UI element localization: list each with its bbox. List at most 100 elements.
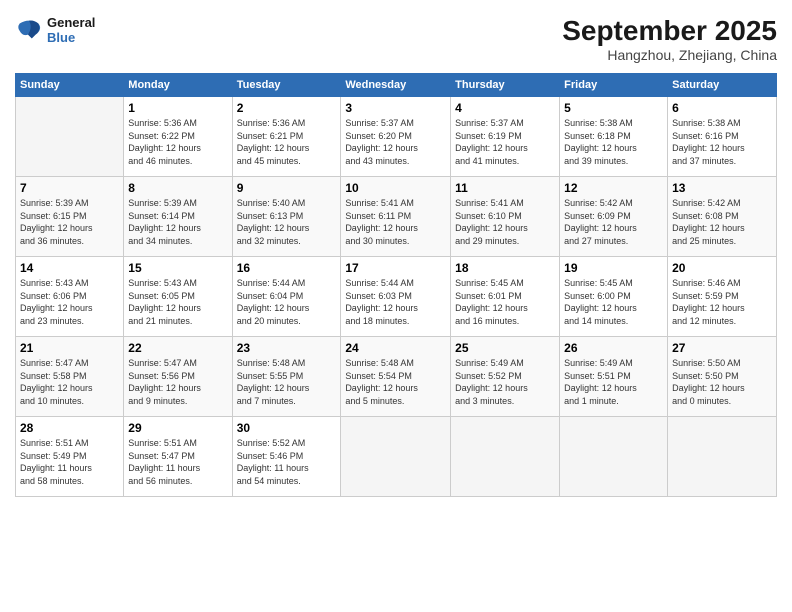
- day-number: 26: [564, 341, 663, 355]
- page: General Blue September 2025 Hangzhou, Zh…: [0, 0, 792, 612]
- col-friday: Friday: [560, 74, 668, 97]
- calendar-cell: 19 Sunrise: 5:45 AM Sunset: 6:00 PM Dayli…: [560, 257, 668, 337]
- calendar-cell: 4 Sunrise: 5:37 AM Sunset: 6:19 PM Daylig…: [451, 97, 560, 177]
- day-number: 10: [345, 181, 446, 195]
- calendar-cell: 28 Sunrise: 5:51 AM Sunset: 5:49 PM Dayli…: [16, 417, 124, 497]
- calendar-cell: 24 Sunrise: 5:48 AM Sunset: 5:54 PM Dayli…: [341, 337, 451, 417]
- calendar-cell: 5 Sunrise: 5:38 AM Sunset: 6:18 PM Daylig…: [560, 97, 668, 177]
- calendar-cell: 15 Sunrise: 5:43 AM Sunset: 6:05 PM Dayli…: [124, 257, 232, 337]
- calendar-cell: [451, 417, 560, 497]
- calendar-cell: 8 Sunrise: 5:39 AM Sunset: 6:14 PM Daylig…: [124, 177, 232, 257]
- calendar-cell: 2Sunrise: 5:36 AM Sunset: 6:21 PM Daylig…: [232, 97, 341, 177]
- calendar-cell: 12 Sunrise: 5:42 AM Sunset: 6:09 PM Dayli…: [560, 177, 668, 257]
- calendar-week-2: 7 Sunrise: 5:39 AM Sunset: 6:15 PM Daylig…: [16, 177, 777, 257]
- day-info: Sunrise: 5:47 AM Sunset: 5:56 PM Dayligh…: [128, 357, 227, 407]
- calendar-cell: 27 Sunrise: 5:50 AM Sunset: 5:50 PM Dayli…: [668, 337, 777, 417]
- col-wednesday: Wednesday: [341, 74, 451, 97]
- calendar-cell: 22 Sunrise: 5:47 AM Sunset: 5:56 PM Dayli…: [124, 337, 232, 417]
- calendar-week-1: 1Sunrise: 5:36 AM Sunset: 6:22 PM Daylig…: [16, 97, 777, 177]
- calendar-cell: 13 Sunrise: 5:42 AM Sunset: 6:08 PM Dayli…: [668, 177, 777, 257]
- day-number: 6: [672, 101, 772, 115]
- col-tuesday: Tuesday: [232, 74, 341, 97]
- day-number: 30: [237, 421, 337, 435]
- day-info: Sunrise: 5:48 AM Sunset: 5:55 PM Dayligh…: [237, 357, 337, 407]
- logo-icon: [15, 16, 43, 44]
- day-number: 25: [455, 341, 555, 355]
- day-info: Sunrise: 5:43 AM Sunset: 6:05 PM Dayligh…: [128, 277, 227, 327]
- day-info: Sunrise: 5:45 AM Sunset: 6:00 PM Dayligh…: [564, 277, 663, 327]
- day-info: Sunrise: 5:39 AM Sunset: 6:14 PM Dayligh…: [128, 197, 227, 247]
- day-number: 29: [128, 421, 227, 435]
- col-sunday: Sunday: [16, 74, 124, 97]
- day-number: 24: [345, 341, 446, 355]
- day-number: 5: [564, 101, 663, 115]
- calendar-cell: 1Sunrise: 5:36 AM Sunset: 6:22 PM Daylig…: [124, 97, 232, 177]
- calendar-cell: 23 Sunrise: 5:48 AM Sunset: 5:55 PM Dayli…: [232, 337, 341, 417]
- day-number: 20: [672, 261, 772, 275]
- day-info: Sunrise: 5:47 AM Sunset: 5:58 PM Dayligh…: [20, 357, 119, 407]
- day-number: 19: [564, 261, 663, 275]
- calendar-cell: 17 Sunrise: 5:44 AM Sunset: 6:03 PM Dayli…: [341, 257, 451, 337]
- calendar-week-3: 14 Sunrise: 5:43 AM Sunset: 6:06 PM Dayli…: [16, 257, 777, 337]
- calendar-cell: 26 Sunrise: 5:49 AM Sunset: 5:51 PM Dayli…: [560, 337, 668, 417]
- day-info: Sunrise: 5:51 AM Sunset: 5:47 PM Dayligh…: [128, 437, 227, 487]
- day-info: Sunrise: 5:37 AM Sunset: 6:19 PM Dayligh…: [455, 117, 555, 167]
- header-row: Sunday Monday Tuesday Wednesday Thursday…: [16, 74, 777, 97]
- day-number: 1: [128, 101, 227, 115]
- day-number: 4: [455, 101, 555, 115]
- col-monday: Monday: [124, 74, 232, 97]
- calendar-cell: [341, 417, 451, 497]
- day-number: 13: [672, 181, 772, 195]
- calendar-cell: 18Sunrise: 5:45 AM Sunset: 6:01 PM Dayli…: [451, 257, 560, 337]
- calendar-cell: 7 Sunrise: 5:39 AM Sunset: 6:15 PM Daylig…: [16, 177, 124, 257]
- day-number: 28: [20, 421, 119, 435]
- calendar-cell: [668, 417, 777, 497]
- day-info: Sunrise: 5:41 AM Sunset: 6:11 PM Dayligh…: [345, 197, 446, 247]
- day-number: 9: [237, 181, 337, 195]
- day-info: Sunrise: 5:48 AM Sunset: 5:54 PM Dayligh…: [345, 357, 446, 407]
- calendar-cell: 16Sunrise: 5:44 AM Sunset: 6:04 PM Dayli…: [232, 257, 341, 337]
- day-number: 14: [20, 261, 119, 275]
- day-number: 11: [455, 181, 555, 195]
- day-info: Sunrise: 5:46 AM Sunset: 5:59 PM Dayligh…: [672, 277, 772, 327]
- day-number: 23: [237, 341, 337, 355]
- day-number: 7: [20, 181, 119, 195]
- day-info: Sunrise: 5:49 AM Sunset: 5:52 PM Dayligh…: [455, 357, 555, 407]
- day-number: 22: [128, 341, 227, 355]
- col-saturday: Saturday: [668, 74, 777, 97]
- calendar-cell: 9 Sunrise: 5:40 AM Sunset: 6:13 PM Daylig…: [232, 177, 341, 257]
- day-info: Sunrise: 5:39 AM Sunset: 6:15 PM Dayligh…: [20, 197, 119, 247]
- day-info: Sunrise: 5:38 AM Sunset: 6:16 PM Dayligh…: [672, 117, 772, 167]
- day-info: Sunrise: 5:43 AM Sunset: 6:06 PM Dayligh…: [20, 277, 119, 327]
- day-number: 8: [128, 181, 227, 195]
- calendar-cell: 29 Sunrise: 5:51 AM Sunset: 5:47 PM Dayli…: [124, 417, 232, 497]
- day-number: 17: [345, 261, 446, 275]
- day-number: 12: [564, 181, 663, 195]
- calendar-cell: [16, 97, 124, 177]
- calendar-cell: 14 Sunrise: 5:43 AM Sunset: 6:06 PM Dayli…: [16, 257, 124, 337]
- calendar-cell: 3Sunrise: 5:37 AM Sunset: 6:20 PM Daylig…: [341, 97, 451, 177]
- day-info: Sunrise: 5:40 AM Sunset: 6:13 PM Dayligh…: [237, 197, 337, 247]
- calendar-cell: [560, 417, 668, 497]
- day-info: Sunrise: 5:51 AM Sunset: 5:49 PM Dayligh…: [20, 437, 119, 487]
- day-number: 15: [128, 261, 227, 275]
- day-info: Sunrise: 5:42 AM Sunset: 6:08 PM Dayligh…: [672, 197, 772, 247]
- day-info: Sunrise: 5:42 AM Sunset: 6:09 PM Dayligh…: [564, 197, 663, 247]
- col-thursday: Thursday: [451, 74, 560, 97]
- calendar-week-4: 21Sunrise: 5:47 AM Sunset: 5:58 PM Dayli…: [16, 337, 777, 417]
- month-title: September 2025: [562, 15, 777, 47]
- day-info: Sunrise: 5:49 AM Sunset: 5:51 PM Dayligh…: [564, 357, 663, 407]
- title-block: September 2025 Hangzhou, Zhejiang, China: [562, 15, 777, 63]
- day-number: 27: [672, 341, 772, 355]
- day-info: Sunrise: 5:50 AM Sunset: 5:50 PM Dayligh…: [672, 357, 772, 407]
- day-info: Sunrise: 5:36 AM Sunset: 6:21 PM Dayligh…: [237, 117, 337, 167]
- day-info: Sunrise: 5:52 AM Sunset: 5:46 PM Dayligh…: [237, 437, 337, 487]
- day-info: Sunrise: 5:37 AM Sunset: 6:20 PM Dayligh…: [345, 117, 446, 167]
- day-info: Sunrise: 5:41 AM Sunset: 6:10 PM Dayligh…: [455, 197, 555, 247]
- day-info: Sunrise: 5:44 AM Sunset: 6:04 PM Dayligh…: [237, 277, 337, 327]
- day-info: Sunrise: 5:38 AM Sunset: 6:18 PM Dayligh…: [564, 117, 663, 167]
- calendar-table: Sunday Monday Tuesday Wednesday Thursday…: [15, 73, 777, 497]
- calendar-cell: 11 Sunrise: 5:41 AM Sunset: 6:10 PM Dayli…: [451, 177, 560, 257]
- calendar-cell: 25 Sunrise: 5:49 AM Sunset: 5:52 PM Dayli…: [451, 337, 560, 417]
- day-info: Sunrise: 5:44 AM Sunset: 6:03 PM Dayligh…: [345, 277, 446, 327]
